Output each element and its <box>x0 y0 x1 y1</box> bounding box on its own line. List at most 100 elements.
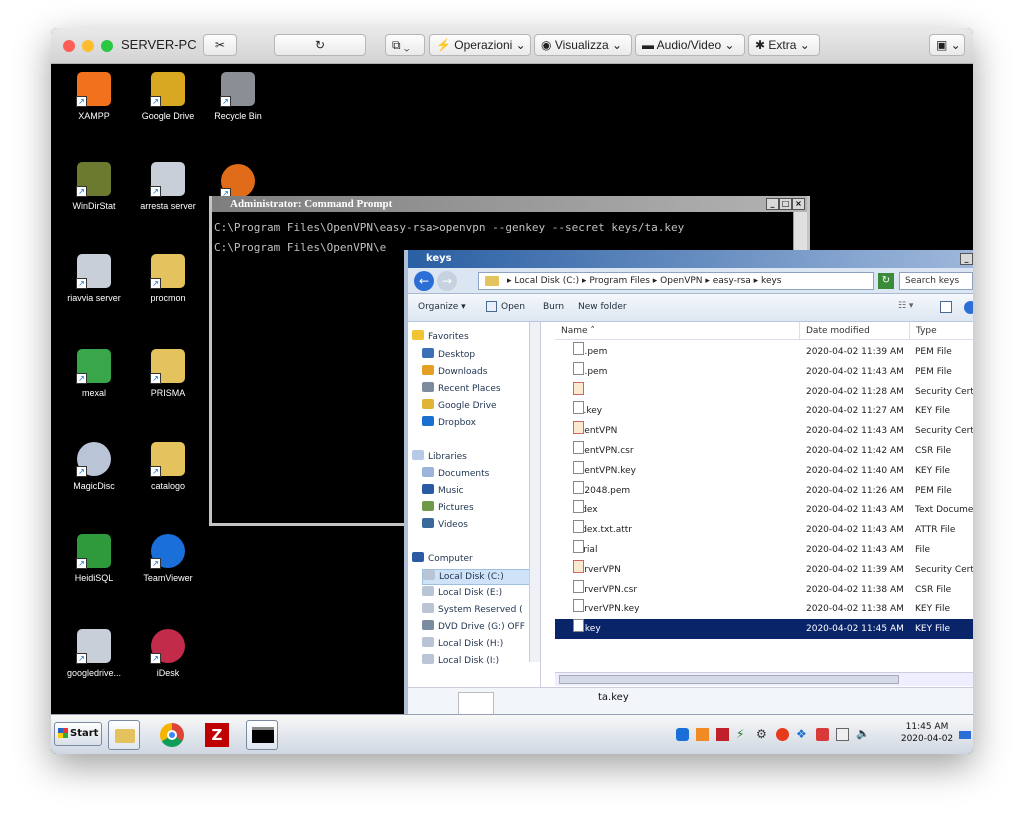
file-row[interactable]: ServerVPN.csr 2020-04-02 11:38 AM CSR File <box>555 579 973 600</box>
column-name[interactable]: Name ˄ <box>555 322 800 340</box>
terminal-menu-button[interactable]: ▣ ⌄ <box>929 34 965 56</box>
desktop-icon[interactable]: ↗ HeidiSQL <box>57 534 131 584</box>
nav-item[interactable]: Dropbox <box>422 416 476 430</box>
nav-item[interactable]: Recent Places <box>422 382 501 396</box>
taskbar-cmd-icon[interactable] <box>246 720 278 750</box>
menu-operazioni[interactable]: ⚡ Operazioni ⌄ <box>429 34 531 56</box>
desktop-icon[interactable]: ↗ PRISMA <box>131 349 205 399</box>
desktop-icon[interactable]: ↗ Recycle Bin <box>201 72 275 122</box>
nav-item[interactable]: Downloads <box>422 365 487 379</box>
close-window-button[interactable] <box>63 40 75 52</box>
start-button[interactable]: Start <box>54 722 102 746</box>
file-row[interactable]: dh2048.pem 2020-04-02 11:26 AM PEM File <box>555 480 973 501</box>
desktop-icon[interactable]: ↗ iDesk <box>131 629 205 679</box>
desktop-icon[interactable]: ↗ Google Drive <box>131 72 205 122</box>
taskbar-explorer-icon[interactable] <box>108 720 140 750</box>
desktop-icon[interactable]: ↗ XAMPP <box>57 72 131 122</box>
desktop-icon[interactable]: ↗ procmon <box>131 254 205 304</box>
nav-drive[interactable]: Local Disk (E:) <box>422 586 502 600</box>
nav-drive[interactable]: System Reserved ( <box>422 603 523 617</box>
screen-menu-button[interactable]: ⧉ ⌄ <box>385 34 425 56</box>
desktop-icon[interactable]: ↗ catalogo <box>131 442 205 492</box>
organize-button[interactable]: Organize ▾ <box>418 302 466 312</box>
preview-pane-icon[interactable] <box>940 301 952 313</box>
refresh-icon[interactable]: ↻ <box>878 273 894 289</box>
taskbar-filezilla-icon[interactable]: Z <box>201 720 233 750</box>
tray-app-icon[interactable] <box>716 728 729 741</box>
nav-drive[interactable]: DVD Drive (G:) OFF <box>422 620 525 634</box>
show-desktop-icon[interactable] <box>959 731 971 739</box>
desktop-icon[interactable]: ↗ arresta server <box>131 162 205 212</box>
taskbar-chrome-icon[interactable] <box>156 720 188 750</box>
menu-extra[interactable]: ✱ Extra ⌄ <box>748 34 820 56</box>
breadcrumb[interactable]: ▸ Local Disk (C:) ▸ Program Files ▸ Open… <box>478 272 874 290</box>
desktop-icon[interactable]: ↗ googledrive... <box>57 629 131 679</box>
explorer-minimize-button[interactable]: _ <box>960 253 973 265</box>
file-row[interactable]: index.txt.attr 2020-04-02 11:43 AM ATTR Fi… <box>555 520 973 540</box>
nav-item[interactable]: Documents <box>422 467 489 481</box>
open-button[interactable]: Open <box>501 302 525 312</box>
file-row[interactable]: index 2020-04-02 11:43 AM Text Document <box>555 500 973 520</box>
tray-clock[interactable]: 11:45 AM 2020-04-02 <box>897 721 957 745</box>
desktop-icon[interactable]: ↗ WinDirStat <box>57 162 131 212</box>
teamviewer-tray-icon[interactable] <box>676 728 689 741</box>
burn-button[interactable]: Burn <box>543 302 564 312</box>
nav-drive[interactable]: Local Disk (I:) <box>422 654 499 668</box>
nav-item[interactable]: Desktop <box>422 348 475 362</box>
settings-tray-icon[interactable]: ⚙ <box>756 728 769 741</box>
search-input[interactable]: Search keys <box>899 272 973 290</box>
dropbox-tray-icon[interactable]: ❖ <box>796 728 809 741</box>
cmd-maximize-button[interactable]: □ <box>779 198 792 210</box>
minimize-window-button[interactable] <box>82 40 94 52</box>
cmd-minimize-button[interactable]: _ <box>766 198 779 210</box>
file-row[interactable]: ta.key 2020-04-02 11:45 AM KEY File <box>555 619 973 640</box>
file-row[interactable]: serial 2020-04-02 11:43 AM File <box>555 540 973 560</box>
horizontal-scrollbar[interactable] <box>555 672 973 686</box>
file-row[interactable]: ca 2020-04-02 11:28 AM Security Certific <box>555 381 973 402</box>
nav-computer[interactable]: Computer <box>412 552 473 566</box>
back-arrow-icon[interactable]: ← <box>414 271 434 291</box>
forward-arrow-icon[interactable]: → <box>437 271 457 291</box>
cmd-scrollbar[interactable] <box>793 212 807 254</box>
openvpn-tray-icon[interactable] <box>776 728 789 741</box>
nav-libraries[interactable]: Libraries <box>412 450 467 464</box>
view-options-icon[interactable]: ☷ ▾ <box>898 301 913 311</box>
desktop-icon[interactable]: ↗ MagicDisc <box>57 442 131 492</box>
nav-item[interactable]: Pictures <box>422 501 474 515</box>
file-row[interactable]: ClientVPN.key 2020-04-02 11:40 AM KEY File <box>555 460 973 481</box>
file-row[interactable]: ClientVPN 2020-04-02 11:43 AM Security Cer… <box>555 421 973 441</box>
file-row[interactable]: 01.pem 2020-04-02 11:39 AM PEM File <box>555 342 973 362</box>
file-row[interactable]: ca.key 2020-04-02 11:27 AM KEY File <box>555 401 973 421</box>
file-row[interactable]: ClientVPN.csr 2020-04-02 11:42 AM CSR File <box>555 441 973 461</box>
disconnect-button[interactable]: ✂ <box>203 34 237 56</box>
file-row[interactable]: ServerVPN 2020-04-02 11:39 AM Security Cer… <box>555 559 973 580</box>
file-row[interactable]: ServerVPN.key 2020-04-02 11:38 AM KEY File <box>555 599 973 619</box>
menu-visualizza[interactable]: ◉ Visualizza ⌄ <box>534 34 632 56</box>
volume-tray-icon[interactable]: 🔈 <box>856 727 872 741</box>
desktop-icon[interactable]: ↗ TeamViewer <box>131 534 205 584</box>
monitor-tray-icon[interactable] <box>836 728 849 741</box>
nav-drive[interactable]: Local Disk (H:) <box>422 637 503 651</box>
nav-item[interactable]: Google Drive <box>422 399 497 413</box>
column-date[interactable]: Date modified <box>800 322 910 340</box>
help-icon[interactable] <box>964 301 973 314</box>
nav-drive[interactable]: Local Disk (C:) <box>422 569 530 585</box>
desktop-icon[interactable]: ↗ riavvia server <box>57 254 131 304</box>
nav-item[interactable]: Music <box>422 484 464 498</box>
scroll-thumb[interactable] <box>559 675 899 684</box>
alert-tray-icon[interactable] <box>816 728 829 741</box>
nav-item[interactable]: Videos <box>422 518 468 532</box>
desktop-icon[interactable]: ↗ mexal <box>57 349 131 399</box>
new-folder-button[interactable]: New folder <box>578 302 627 312</box>
column-type[interactable]: Type <box>910 322 973 340</box>
xampp-tray-icon[interactable] <box>696 728 709 741</box>
nav-scrollbar[interactable] <box>529 322 540 662</box>
zoom-window-button[interactable] <box>101 40 113 52</box>
file-row[interactable]: 02.pem 2020-04-02 11:43 AM PEM File <box>555 361 973 382</box>
menu-audio-video[interactable]: ▬ Audio/Video ⌄ <box>635 34 745 56</box>
refresh-button[interactable]: ↻ <box>274 34 366 56</box>
nav-favorites[interactable]: Favorites <box>412 330 469 344</box>
cmd-close-button[interactable]: × <box>792 198 805 210</box>
explorer-window[interactable]: keys _ ← → ▸ Local Disk (C:) ▸ Program F… <box>404 250 973 714</box>
network-tray-icon[interactable]: ⚡ <box>736 728 749 741</box>
